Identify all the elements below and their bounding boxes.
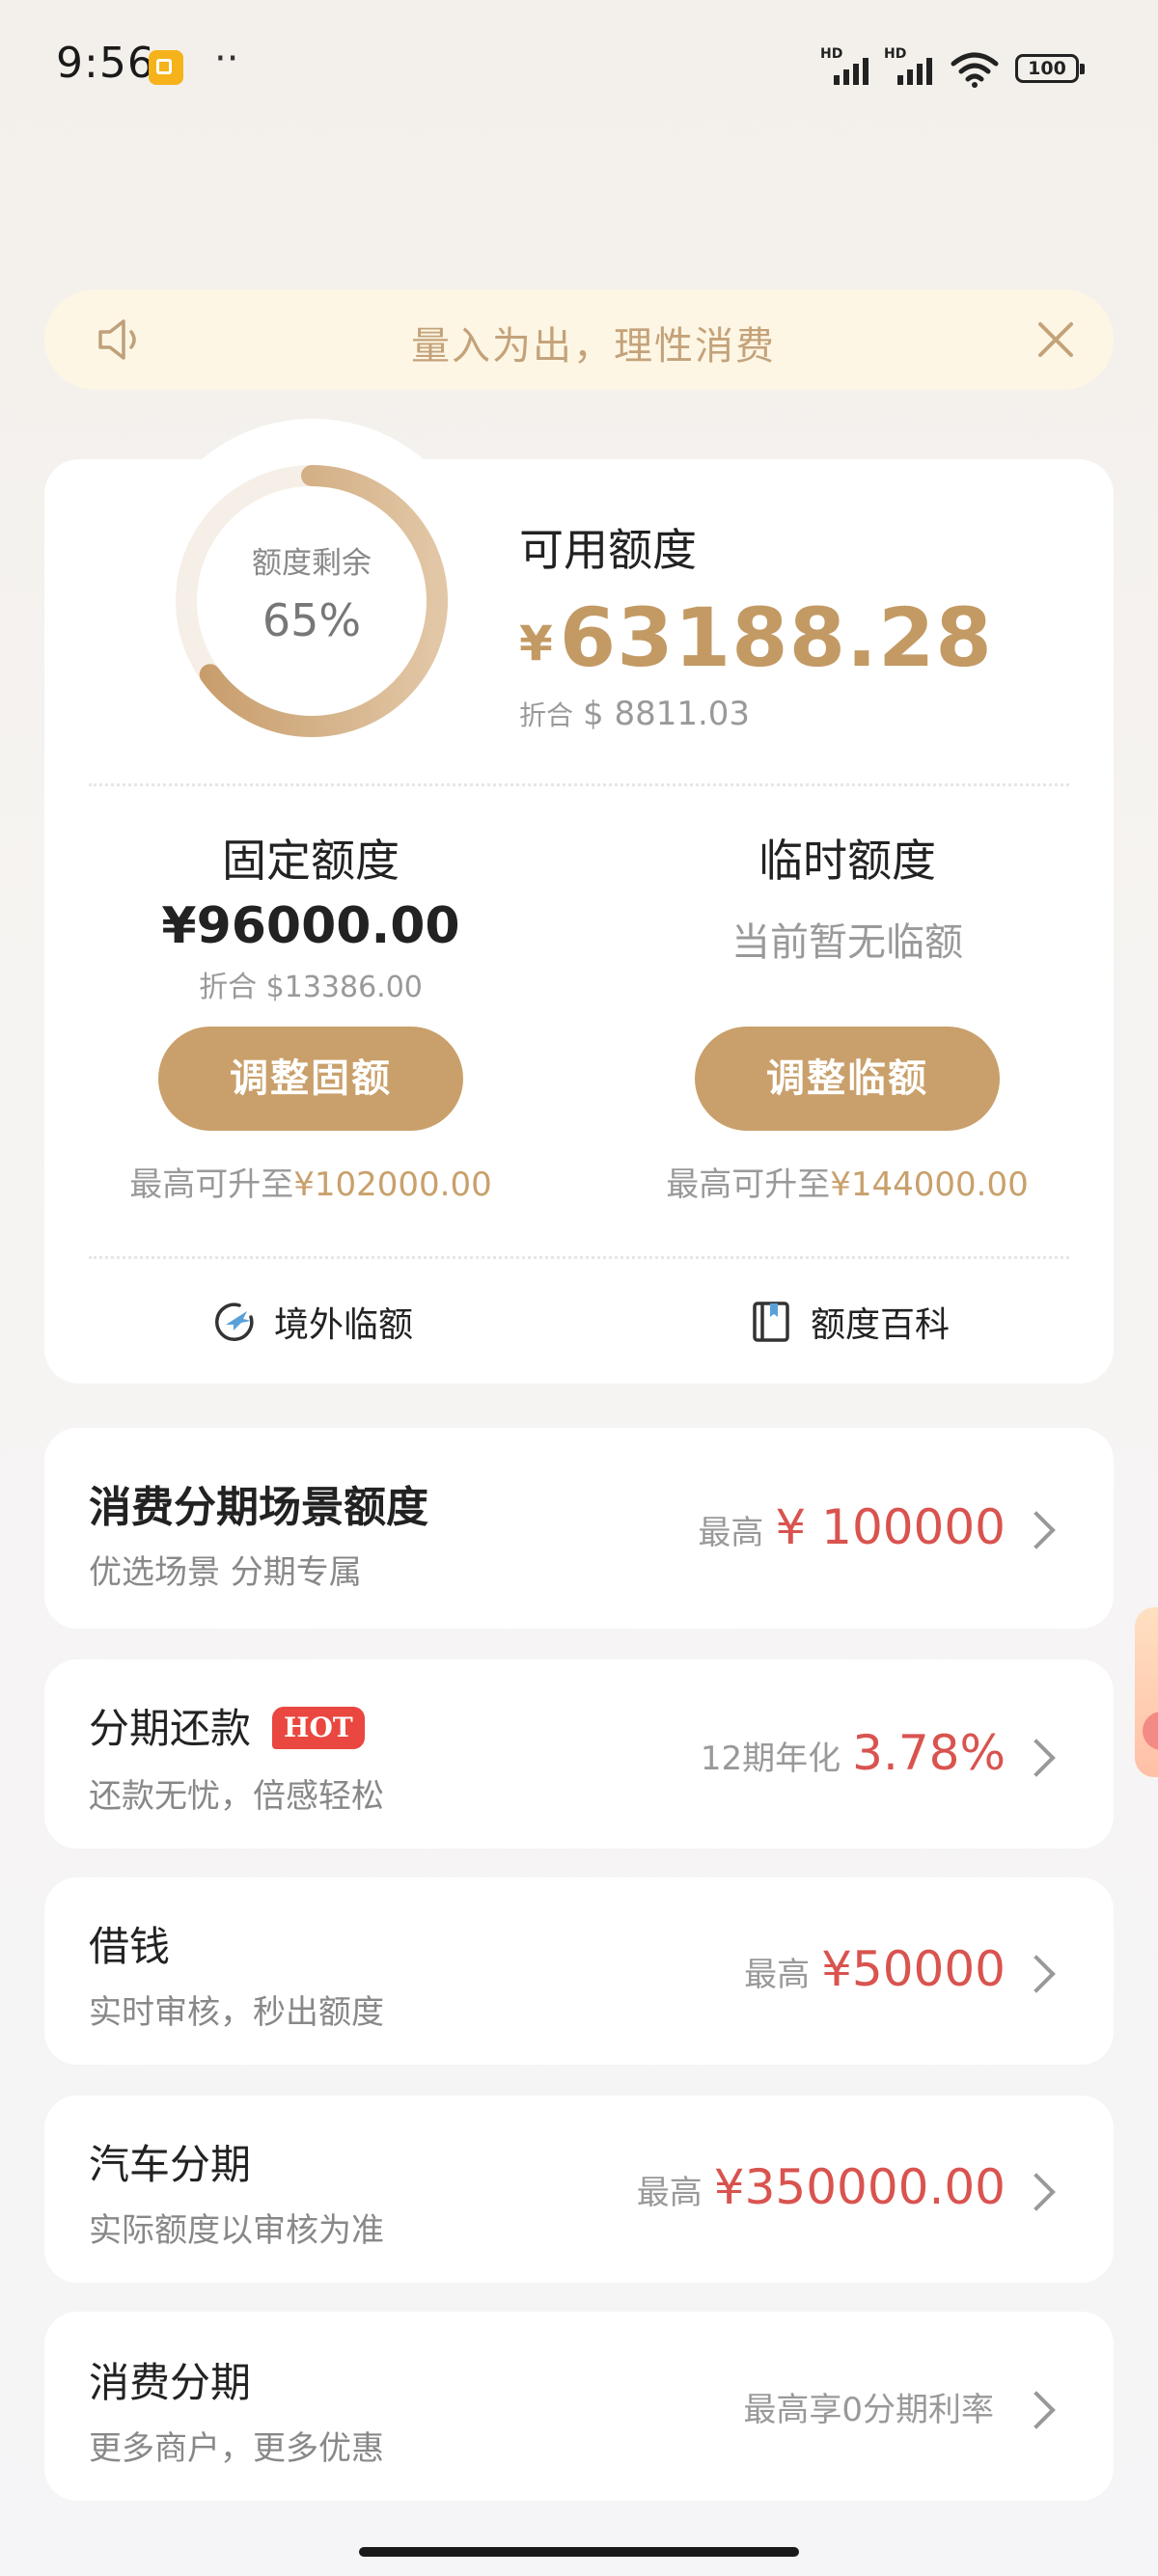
overseas-temp-limit-link[interactable]: 境外临额	[212, 1297, 413, 1347]
limit-encyclopedia-link[interactable]: 额度百科	[749, 1297, 950, 1347]
temporary-limit-title: 临时额度	[758, 835, 936, 887]
max-prefix: 最高可升至	[666, 1165, 831, 1204]
home-indicator[interactable]	[359, 2547, 799, 2557]
speaker-icon	[98, 319, 136, 360]
fixed-limit-converted: 折合 $13386.00	[199, 971, 423, 1004]
fixed-limit-title: 固定额度	[222, 835, 400, 887]
item-title: 分期还款 HOT	[89, 1696, 365, 1755]
item-value: ¥ 100000	[775, 1499, 1006, 1555]
item-title: 借钱	[89, 1923, 171, 1970]
available-limit-amount: ¥63188.28	[519, 590, 993, 685]
status-bar: 9:56 ·· HD HD 100	[0, 0, 1158, 135]
tool-label: 境外临额	[274, 1305, 414, 1345]
close-icon[interactable]	[1034, 318, 1077, 361]
item-prefix: 12期年化	[700, 1740, 841, 1778]
item-title: 消费分期	[89, 2359, 252, 2406]
status-time: 9:56	[56, 39, 155, 88]
floating-promo-tab[interactable]	[1135, 1607, 1158, 1777]
currency-symbol: ¥	[519, 616, 554, 671]
item-value: ¥50000	[821, 1941, 1006, 1997]
converted-prefix: 折合	[519, 699, 574, 731]
item-subtitle: 还款无忧，倍感轻松	[89, 1777, 384, 1816]
chevron-right-icon	[1017, 1739, 1056, 1777]
adjust-fixed-limit-button[interactable]: 调整固额	[158, 1027, 463, 1131]
available-converted: 折合 $ 8811.03	[519, 695, 750, 733]
item-value-group: 最高 ¥ 100000	[698, 1499, 1006, 1555]
adjust-temporary-limit-button[interactable]: 调整临额	[695, 1027, 1000, 1131]
item-subtitle: 更多商户，更多优惠	[89, 2429, 384, 2468]
battery-icon: 100	[1015, 54, 1085, 83]
available-amount-value: 63188.28	[559, 590, 993, 685]
item-title: 汽车分期	[89, 2141, 252, 2188]
more-notifications-indicator: ··	[214, 37, 239, 81]
tool-label: 额度百科	[811, 1305, 951, 1345]
temporary-limit-status: 当前暂无临额	[731, 920, 963, 965]
cellular-signal-icon: HD	[820, 46, 874, 85]
wifi-icon	[951, 52, 999, 88]
temporary-limit-section: 临时额度 当前暂无临额	[625, 826, 1069, 967]
item-value-group: 最高享0分期利率	[743, 2383, 1006, 2430]
book-icon	[753, 1302, 789, 1342]
divider	[89, 783, 1069, 786]
item-subtitle: 实际额度以审核为准	[89, 2211, 384, 2250]
max-prefix: 最高可升至	[129, 1165, 294, 1204]
item-subtitle: 优选场景 分期专属	[89, 1553, 362, 1592]
max-value: ¥102000.00	[293, 1165, 492, 1204]
item-value-group: 最高 ¥50000	[744, 1941, 1006, 1997]
list-item-installment-repayment[interactable]: 分期还款 HOT 还款无忧，倍感轻松 12期年化 3.78%	[44, 1659, 1114, 1849]
list-item-consumer-installment[interactable]: 消费分期 更多商户，更多优惠 最高享0分期利率	[44, 2312, 1114, 2501]
converted-value: $ 8811.03	[583, 695, 751, 733]
item-value-group: 最高 ¥350000.00	[637, 2159, 1006, 2215]
fixed-limit-section: 固定额度 ¥96000.00 折合 $13386.00	[89, 826, 533, 1005]
item-prefix: 最高	[744, 1956, 811, 1994]
overseas-plane-icon	[215, 1302, 254, 1341]
item-prefix: 最高	[698, 1514, 764, 1552]
fixed-max-note: 最高可升至¥102000.00	[60, 1158, 562, 1205]
item-value-group: 12期年化 3.78%	[701, 1725, 1006, 1781]
cellular-signal-icon-2: HD	[884, 46, 938, 85]
ring-percent: 65%	[262, 594, 362, 646]
item-subtitle: 实时审核，秒出额度	[89, 1993, 384, 2032]
item-prefix: 最高	[636, 2174, 703, 2212]
item-prefix: 最高享0分期利率	[743, 2391, 994, 2429]
fixed-limit-amount: ¥96000.00	[161, 897, 460, 955]
ring-label: 额度剩余	[252, 546, 372, 581]
list-item-borrow-money[interactable]: 借钱 实时审核，秒出额度 最高 ¥50000	[44, 1877, 1114, 2065]
item-value: 3.78%	[852, 1725, 1006, 1781]
hot-badge: HOT	[272, 1707, 365, 1749]
chevron-right-icon	[1017, 2391, 1056, 2429]
notice-bar[interactable]: 量入为出，理性消费	[44, 289, 1114, 390]
item-title: 消费分期场景额度	[89, 1483, 428, 1532]
notice-text: 量入为出，理性消费	[411, 324, 776, 365]
notification-app-icon	[149, 50, 183, 85]
list-item-installment-scene-limit[interactable]: 消费分期场景额度 优选场景 分期专属 最高 ¥ 100000	[44, 1428, 1114, 1629]
list-item-car-installment[interactable]: 汽车分期 实际额度以审核为准 最高 ¥350000.00	[44, 2096, 1114, 2283]
chevron-right-icon	[1017, 1955, 1056, 1993]
max-value: ¥144000.00	[830, 1165, 1029, 1204]
chevron-right-icon	[1017, 1511, 1056, 1549]
temporary-max-note: 最高可升至¥144000.00	[596, 1158, 1098, 1205]
available-limit-title: 可用额度	[519, 524, 697, 576]
chevron-right-icon	[1017, 2173, 1056, 2211]
item-title-text: 分期还款	[89, 1705, 252, 1752]
item-value: ¥350000.00	[713, 2159, 1006, 2215]
divider	[89, 1256, 1069, 1259]
